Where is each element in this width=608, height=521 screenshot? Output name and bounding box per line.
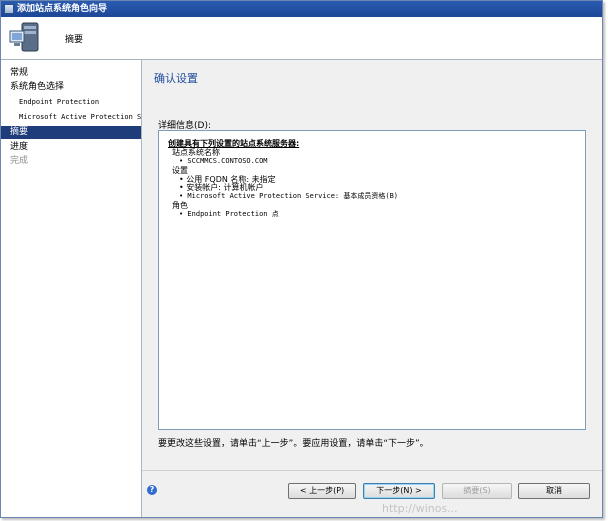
server-name-label: 站点系统名称 bbox=[172, 148, 220, 157]
page-header-title: 摘要 bbox=[65, 35, 84, 45]
cancel-button[interactable]: 取消 bbox=[518, 483, 590, 499]
sidebar-item-progress[interactable]: 进度 bbox=[1, 141, 141, 154]
title-bar: 添加站点系统角色向导 bbox=[1, 1, 602, 17]
settings-label: 设置 bbox=[172, 166, 188, 175]
section-title: 确认设置 bbox=[154, 72, 198, 85]
details-textbox[interactable]: 创建具有下列设置的站点系统服务器: 站点系统名称 • SCCMMCS.CONTO… bbox=[158, 130, 586, 430]
button-bar: ? < 上一步(P) 下一步(N) > 摘要(S) 取消 bbox=[142, 470, 602, 517]
watermark: http://winos... bbox=[382, 502, 458, 515]
server-name-value: • SCCMMCS.CONTOSO.COM bbox=[179, 157, 268, 165]
help-icon[interactable]: ? bbox=[147, 485, 157, 495]
wizard-header: 摘要 bbox=[1, 17, 602, 60]
instruction-text: 要更改这些设置，请单击“上一步”。要应用设置，请单击“下一步”。 bbox=[158, 439, 429, 449]
window-icon bbox=[4, 4, 14, 14]
details-heading: 创建具有下列设置的站点系统服务器: bbox=[168, 139, 300, 148]
wizard-window: 添加站点系统角色向导 摘要 常规 系统角色选择 Endpoint Protect… bbox=[0, 0, 603, 518]
sidebar-item-role-selection[interactable]: 系统角色选择 bbox=[1, 81, 141, 94]
setting-maps: • Microsoft Active Protection Service: 基… bbox=[179, 192, 399, 200]
window-title: 添加站点系统角色向导 bbox=[17, 4, 108, 14]
sidebar-item-endpoint-protection[interactable]: Endpoint Protection bbox=[1, 96, 141, 109]
roles-label: 角色 bbox=[172, 201, 188, 210]
sidebar-item-general[interactable]: 常规 bbox=[1, 67, 141, 80]
setting-account: • 安装帐户: 计算机帐户 bbox=[179, 183, 264, 192]
role-endpoint-protection: • Endpoint Protection 点 bbox=[179, 210, 279, 218]
wizard-sidebar: 常规 系统角色选择 Endpoint Protection Microsoft … bbox=[1, 60, 142, 517]
summary-button: 摘要(S) bbox=[442, 483, 512, 499]
next-button[interactable]: 下一步(N) > bbox=[363, 483, 435, 499]
sidebar-item-summary[interactable]: 摘要 bbox=[1, 126, 141, 139]
computer-server-icon bbox=[9, 22, 39, 52]
sidebar-item-maps[interactable]: Microsoft Active Protection Se bbox=[1, 111, 141, 124]
main-content: 确认设置 详细信息(D): 创建具有下列设置的站点系统服务器: 站点系统名称 •… bbox=[142, 60, 602, 471]
sidebar-item-completion: 完成 bbox=[10, 156, 29, 166]
previous-button[interactable]: < 上一步(P) bbox=[288, 483, 356, 499]
